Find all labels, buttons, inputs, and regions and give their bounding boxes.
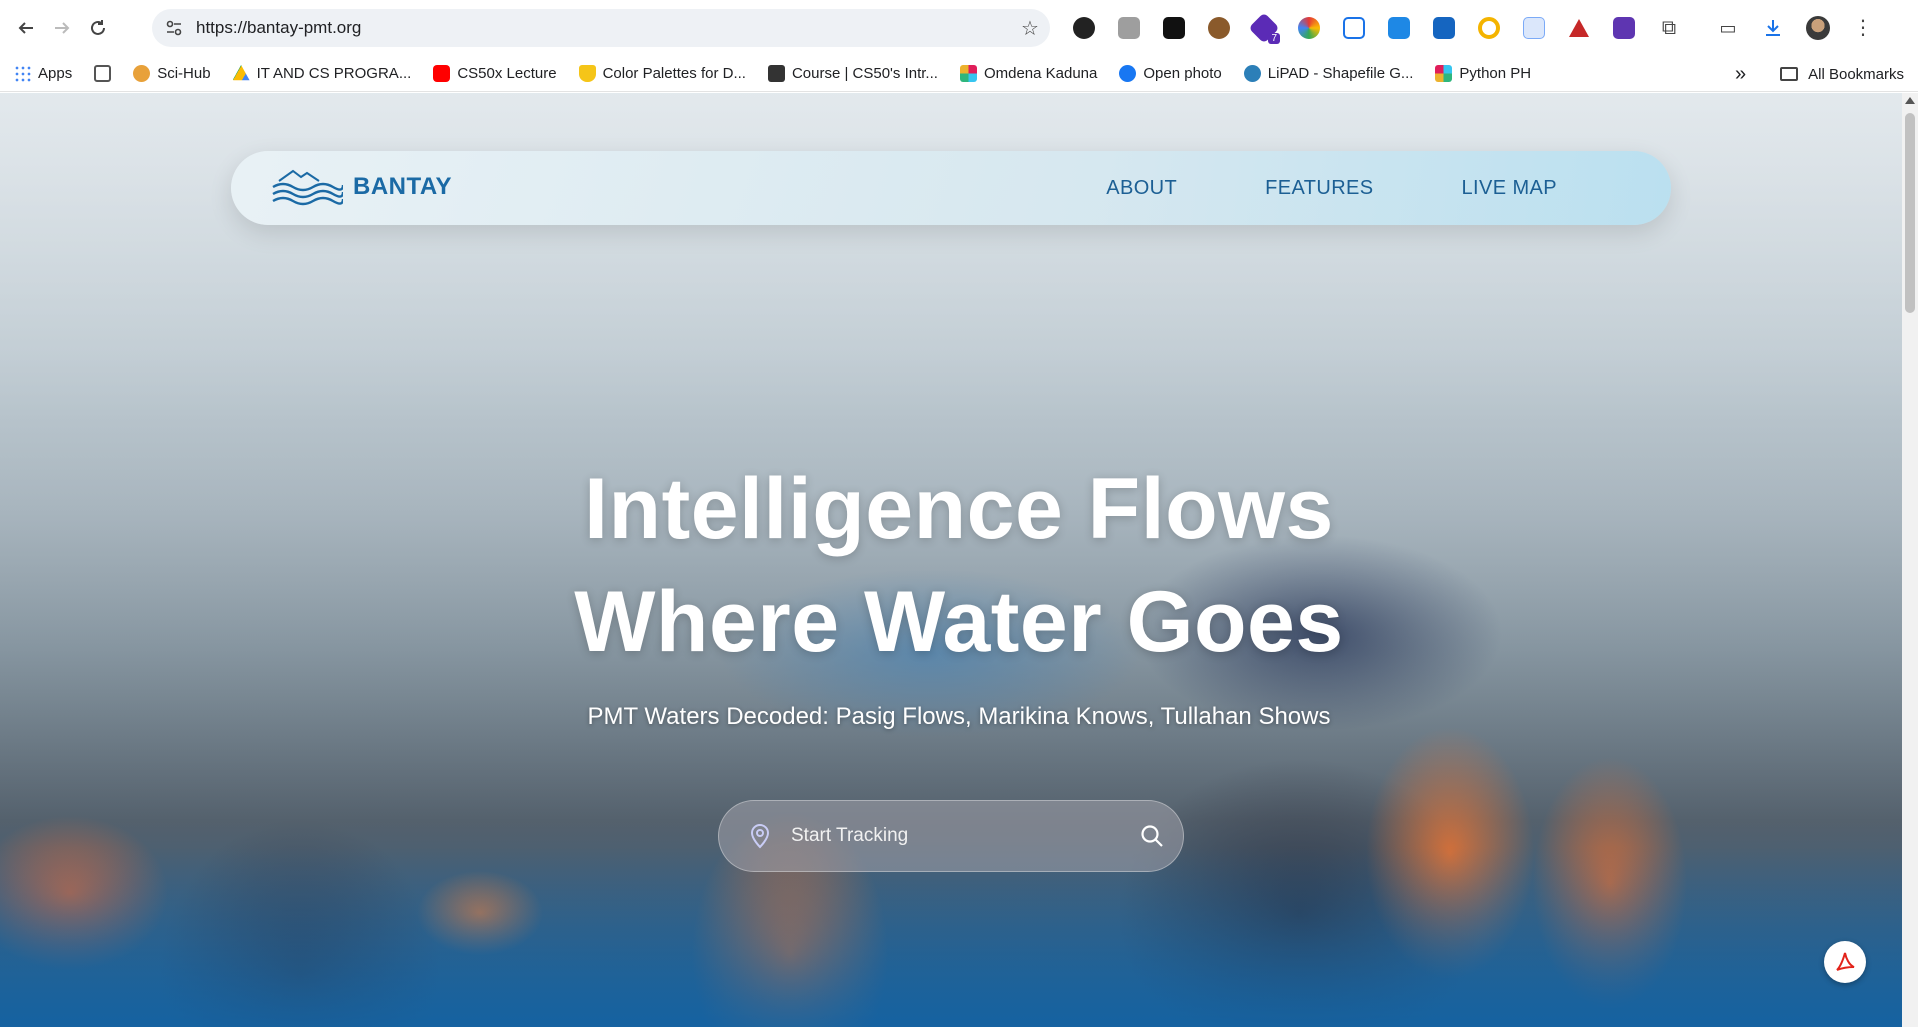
lipad-icon	[1243, 65, 1261, 82]
bookmark-label: Color Palettes for D...	[602, 65, 746, 82]
youtube-icon	[433, 65, 451, 82]
extensions-row: 7 ⧉ ▭ ⋮	[1066, 10, 1881, 46]
colors-extension-icon[interactable]	[1291, 10, 1327, 46]
bookmark-label: Python PH	[1459, 65, 1532, 82]
purple-extension-icon[interactable]	[1606, 10, 1642, 46]
badge-extension-icon[interactable]: 7	[1246, 10, 1282, 46]
bookmark-star-icon[interactable]: ☆	[1010, 16, 1050, 41]
pdf-extension-button[interactable]	[1824, 941, 1866, 983]
bookmark-label: Omdena Kaduna	[983, 65, 1098, 82]
address-bar[interactable]: https://bantay-pmt.org ☆	[152, 9, 1050, 47]
browser-toolbar: https://bantay-pmt.org ☆ 7 ⧉ ▭ ⋮	[0, 0, 1918, 56]
brand-name: BANTAY	[353, 173, 453, 200]
waves-logo-icon	[272, 169, 343, 206]
palette-icon	[578, 65, 596, 82]
sci-hub-icon	[133, 65, 151, 82]
bookmark-label: CS50x Lecture	[457, 65, 557, 82]
bookmark-open-photo[interactable]: Open photo	[1119, 65, 1222, 82]
all-bookmarks-link[interactable]: All Bookmarks	[1808, 66, 1904, 83]
bookmark-label: Apps	[38, 65, 73, 82]
bookmark-lipad[interactable]: LiPAD - Shapefile G...	[1243, 65, 1414, 82]
download-icon[interactable]	[1755, 10, 1791, 46]
gear-extension-icon[interactable]	[1426, 10, 1462, 46]
bookmark-label: Course | CS50's Intr...	[791, 65, 938, 82]
hero-subtitle: PMT Waters Decoded: Pasig Flows, Marikin…	[587, 703, 1331, 730]
tab-search-icon[interactable]: ▭	[1710, 10, 1746, 46]
bookmark-label: Open photo	[1143, 65, 1222, 82]
forward-button[interactable]	[44, 10, 80, 46]
triangle-extension-icon[interactable]	[1561, 10, 1597, 46]
bookmark-python-ph[interactable]: Python PH	[1435, 65, 1531, 82]
bookmark-label: Sci-Hub	[157, 65, 211, 82]
site-navbar: BANTAY ABOUT FEATURES LIVE MAP	[231, 151, 1671, 225]
avatar[interactable]	[1800, 10, 1836, 46]
url-text[interactable]: https://bantay-pmt.org	[196, 18, 1010, 38]
site-nav-links: ABOUT FEATURES LIVE MAP	[1106, 151, 1557, 225]
extension-badge: 7	[1268, 33, 1280, 44]
site-info-icon[interactable]	[152, 19, 196, 37]
f-extension-icon[interactable]	[1156, 10, 1192, 46]
page-scrollbar[interactable]	[1902, 93, 1918, 1027]
folder-icon	[1780, 67, 1799, 81]
google-drive-icon	[232, 65, 250, 81]
search-icon[interactable]	[1121, 824, 1183, 848]
page-viewport: BANTAY ABOUT FEATURES LIVE MAP Intellige…	[0, 93, 1918, 1027]
nav-live-map[interactable]: LIVE MAP	[1462, 177, 1557, 200]
messenger-icon	[1119, 65, 1137, 82]
tracking-search-bar[interactable]	[718, 800, 1184, 872]
bookmark-cs50x[interactable]: CS50x Lecture	[433, 65, 557, 82]
reload-icon	[91, 20, 105, 35]
bookmark-course-cs50[interactable]: Course | CS50's Intr...	[767, 65, 938, 82]
slack-icon	[1435, 65, 1453, 82]
bookmark-label: LiPAD - Shapefile G...	[1267, 65, 1414, 82]
hero-headline: Intelligence Flows Where Water Goes	[0, 453, 1918, 679]
bookmark-label: IT AND CS PROGRA...	[256, 65, 412, 82]
bookmark-color-palettes[interactable]: Color Palettes for D...	[578, 65, 746, 82]
nav-features[interactable]: FEATURES	[1265, 177, 1373, 200]
slack-icon	[959, 65, 977, 82]
scroll-up-arrow-icon[interactable]	[1905, 97, 1915, 104]
bookmark-it-cs[interactable]: IT AND CS PROGRA...	[232, 65, 412, 82]
crop-extension-icon[interactable]	[1336, 10, 1372, 46]
apps-grid-icon	[14, 65, 31, 82]
extension-icon[interactable]	[1066, 10, 1102, 46]
arrow-right-icon	[55, 22, 70, 34]
bookmark-apps[interactable]: Apps	[14, 65, 72, 82]
scrollbar-thumb[interactable]	[1905, 113, 1915, 313]
headline-line-1: Intelligence Flows	[584, 461, 1334, 557]
owl-extension-icon[interactable]	[1201, 10, 1237, 46]
bookmarks-right: » All Bookmarks	[1735, 56, 1904, 92]
ring-extension-icon[interactable]	[1471, 10, 1507, 46]
puzzle-icon[interactable]: ⧉	[1651, 10, 1687, 46]
back-button[interactable]	[8, 10, 44, 46]
grid-icon	[94, 65, 112, 82]
reload-button[interactable]	[80, 10, 116, 46]
arrow-left-icon	[18, 22, 33, 34]
edx-icon	[767, 65, 785, 82]
camera-extension-icon[interactable]	[1111, 10, 1147, 46]
square-extension-icon[interactable]	[1381, 10, 1417, 46]
bookmarks-bar: Apps Sci-Hub IT AND CS PROGRA... CS50x L…	[0, 56, 1918, 92]
bookmark-grid[interactable]	[94, 65, 112, 82]
bookmark-sci-hub[interactable]: Sci-Hub	[133, 65, 211, 82]
bookmark-omdena[interactable]: Omdena Kaduna	[959, 65, 1098, 82]
more-bookmarks-icon[interactable]: »	[1735, 63, 1746, 86]
tracking-search-input[interactable]	[791, 825, 1121, 847]
location-pin-icon	[719, 823, 791, 849]
acrobat-pdf-icon	[1836, 952, 1855, 971]
headline-line-2: Where Water Goes	[574, 574, 1344, 670]
nav-about[interactable]: ABOUT	[1106, 177, 1177, 200]
site-logo[interactable]: BANTAY	[271, 167, 452, 207]
menu-kebab-icon[interactable]: ⋮	[1845, 10, 1881, 46]
calendar-extension-icon[interactable]	[1516, 10, 1552, 46]
